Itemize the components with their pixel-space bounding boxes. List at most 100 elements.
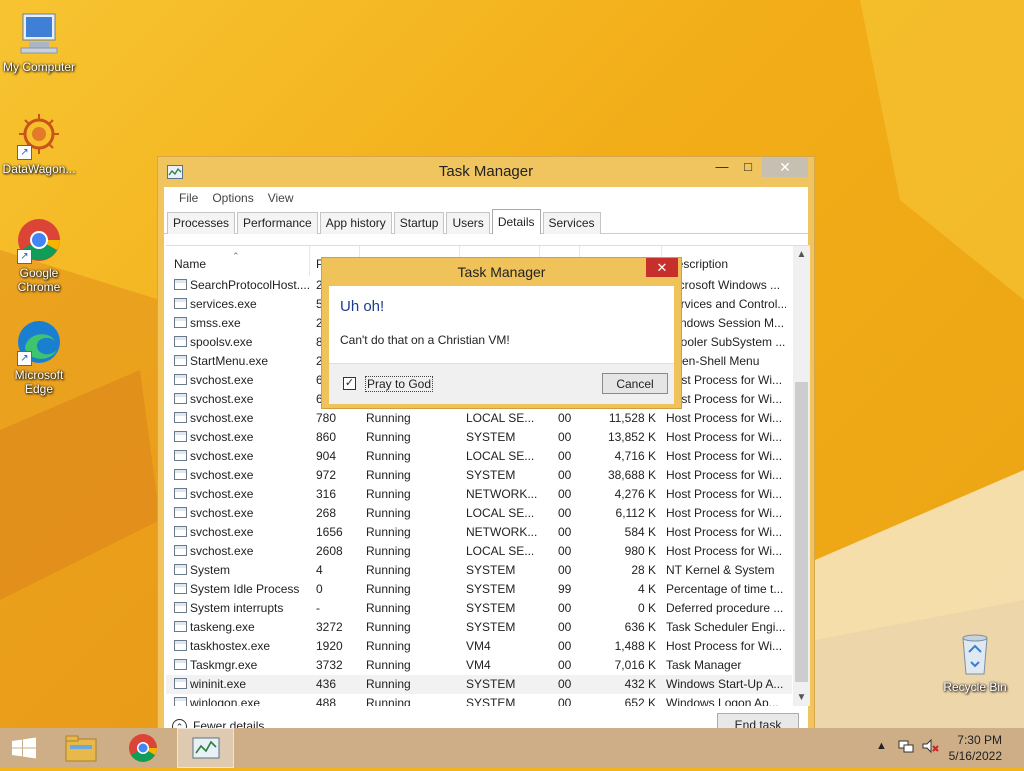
show-hidden-icons-icon[interactable]: ▲ (876, 740, 887, 752)
cell-user: SYSTEM (466, 677, 516, 691)
cell-name: System (170, 561, 310, 580)
tab-details[interactable]: Details (491, 209, 541, 234)
cell-cpu: 00 (558, 449, 572, 463)
maximize-button[interactable]: □ (735, 157, 761, 177)
cell-memory: 636 K (624, 620, 656, 634)
process-icon (174, 583, 187, 595)
cell-name: svchost.exe (170, 371, 310, 390)
scroll-up-icon[interactable]: ▲ (793, 246, 810, 263)
menu-file[interactable]: File (172, 187, 205, 209)
column-header-name[interactable]: Name ⌃ (166, 246, 310, 276)
process-icon (174, 336, 187, 348)
table-row[interactable]: svchost.exe 780 Running LOCAL SE... 00 11,528… (166, 409, 792, 428)
error-dialog[interactable]: Task Manager ✕ Uh oh! Can't do that on a… (321, 257, 682, 409)
cell-description: Host Process for Wi... (666, 411, 783, 425)
dialog-close-button[interactable]: ✕ (646, 258, 678, 277)
cell-name: smss.exe (170, 314, 310, 333)
trash-icon (951, 630, 999, 678)
my-computer-icon[interactable]: My Computer (1, 10, 77, 74)
table-row[interactable]: svchost.exe 972 Running SYSTEM 00 38,688 K Hos… (166, 466, 792, 485)
datawagon-icon[interactable]: ↗ DataWagon... (1, 112, 77, 176)
table-row[interactable]: svchost.exe 1656 Running NETWORK... 00 584 K H… (166, 523, 792, 542)
process-icon (174, 564, 187, 576)
process-icon (174, 659, 187, 671)
process-name: winlogon.exe (190, 696, 261, 706)
minimize-button[interactable]: — (709, 157, 735, 177)
pray-checkbox[interactable]: ✓ (343, 377, 356, 390)
tab-services[interactable]: Services (542, 212, 601, 234)
clock-date: 5/16/2022 (948, 749, 1002, 763)
menu-bar: File Options View (164, 187, 808, 209)
cell-description: Deferred procedure ... (666, 601, 784, 615)
cell-description: Windows Start-Up A... (666, 677, 784, 691)
start-button[interactable] (0, 728, 48, 768)
cell-cpu: 00 (558, 563, 572, 577)
table-row[interactable]: svchost.exe 860 Running SYSTEM 00 13,852 K Hos… (166, 428, 792, 447)
cell-memory: 6,112 K (615, 506, 656, 520)
clock-time: 7:30 PM (957, 733, 1002, 747)
cell-description: Spooler SubSystem ... (666, 335, 786, 349)
table-row[interactable]: System Idle Process 0 Running SYSTEM 99 4 K Pe… (166, 580, 792, 599)
cell-user: VM4 (466, 639, 491, 653)
table-row[interactable]: svchost.exe 2608 Running LOCAL SE... 00 980 K… (166, 542, 792, 561)
tab-startup[interactable]: Startup (393, 212, 445, 234)
cell-description: Services and Control... (666, 297, 786, 311)
table-row[interactable]: svchost.exe 316 Running NETWORK... 00 4,276 K… (166, 485, 792, 504)
process-icon (174, 697, 187, 706)
cell-description: Task Scheduler Engi... (666, 620, 786, 634)
taskbar-file-explorer[interactable] (54, 728, 108, 768)
table-row[interactable]: System 4 Running SYSTEM 00 28 K NT Kernel & Sy… (166, 561, 792, 580)
cell-memory: 4,716 K (614, 449, 656, 463)
clock[interactable]: 7:30 PM 5/16/2022 (949, 732, 1002, 764)
taskbar-task-manager[interactable] (177, 728, 234, 768)
menu-options[interactable]: Options (205, 187, 260, 209)
recycle-bin-icon[interactable]: Recycle Bin (937, 630, 1013, 694)
process-name: wininit.exe (190, 677, 247, 691)
table-row[interactable]: winlogon.exe 488 Running SYSTEM 00 652 K Windo… (166, 694, 792, 706)
cell-status: Running (366, 639, 411, 653)
datawagon-label: DataWagon... (2, 162, 76, 176)
cell-pid: 2608 (316, 544, 343, 558)
cancel-button[interactable]: Cancel (602, 373, 668, 394)
cell-pid: 860 (316, 430, 337, 444)
cell-cpu: 00 (558, 411, 572, 425)
pray-checkbox-label[interactable]: Pray to God (365, 376, 434, 392)
process-icon (174, 469, 187, 481)
google-chrome-icon[interactable]: ↗ Google Chrome (1, 216, 77, 294)
table-row[interactable]: Taskmgr.exe 3732 Running VM4 00 7,016 K Task M… (166, 656, 792, 675)
table-row[interactable]: taskhostex.exe 1920 Running VM4 00 1,488 K Hos… (166, 637, 792, 656)
network-icon[interactable] (898, 738, 914, 757)
process-icon (174, 526, 187, 538)
table-row[interactable]: wininit.exe 436 Running SYSTEM 00 432 K Window… (166, 675, 792, 694)
volume-muted-icon[interactable] (921, 738, 939, 757)
shortcut-arrow-icon: ↗ (17, 145, 32, 160)
cell-cpu: 00 (558, 639, 572, 653)
taskbar-chrome[interactable] (116, 728, 170, 768)
table-row[interactable]: svchost.exe 904 Running LOCAL SE... 00 4,716 … (166, 447, 792, 466)
table-row[interactable]: svchost.exe 268 Running LOCAL SE... 00 6,112 … (166, 504, 792, 523)
tab-users[interactable]: Users (446, 212, 490, 234)
cell-cpu: 00 (558, 506, 572, 520)
cell-pid: 4 (316, 563, 323, 577)
microsoft-edge-icon[interactable]: ↗ Microsoft Edge (1, 318, 77, 396)
table-row[interactable]: System interrupts - Running SYSTEM 00 0 K Defe… (166, 599, 792, 618)
vertical-scrollbar[interactable]: ▲ ▼ (793, 246, 810, 706)
end-task-button[interactable]: End task (717, 713, 799, 728)
menu-view[interactable]: View (261, 187, 301, 209)
cell-status: Running (366, 487, 411, 501)
scroll-down-icon[interactable]: ▼ (793, 689, 810, 706)
cell-description: Host Process for Wi... (666, 430, 783, 444)
table-row[interactable]: taskeng.exe 3272 Running SYSTEM 00 636 K Task … (166, 618, 792, 637)
cell-status: Running (366, 449, 411, 463)
tab-processes[interactable]: Processes (167, 212, 236, 234)
fewer-details-button[interactable]: ⌃ Fewer details (172, 717, 264, 728)
task-manager-window[interactable]: Task Manager — □ ✕ File Options View Pro… (157, 156, 815, 728)
process-name: svchost.exe (190, 373, 254, 387)
tab-performance[interactable]: Performance (237, 212, 318, 234)
scrollbar-thumb[interactable] (795, 382, 808, 682)
cell-name: taskeng.exe (170, 618, 310, 637)
process-icon (174, 507, 187, 519)
close-button[interactable]: ✕ (762, 157, 808, 177)
cell-pid: 904 (316, 449, 337, 463)
tab-app-history[interactable]: App history (319, 212, 392, 234)
